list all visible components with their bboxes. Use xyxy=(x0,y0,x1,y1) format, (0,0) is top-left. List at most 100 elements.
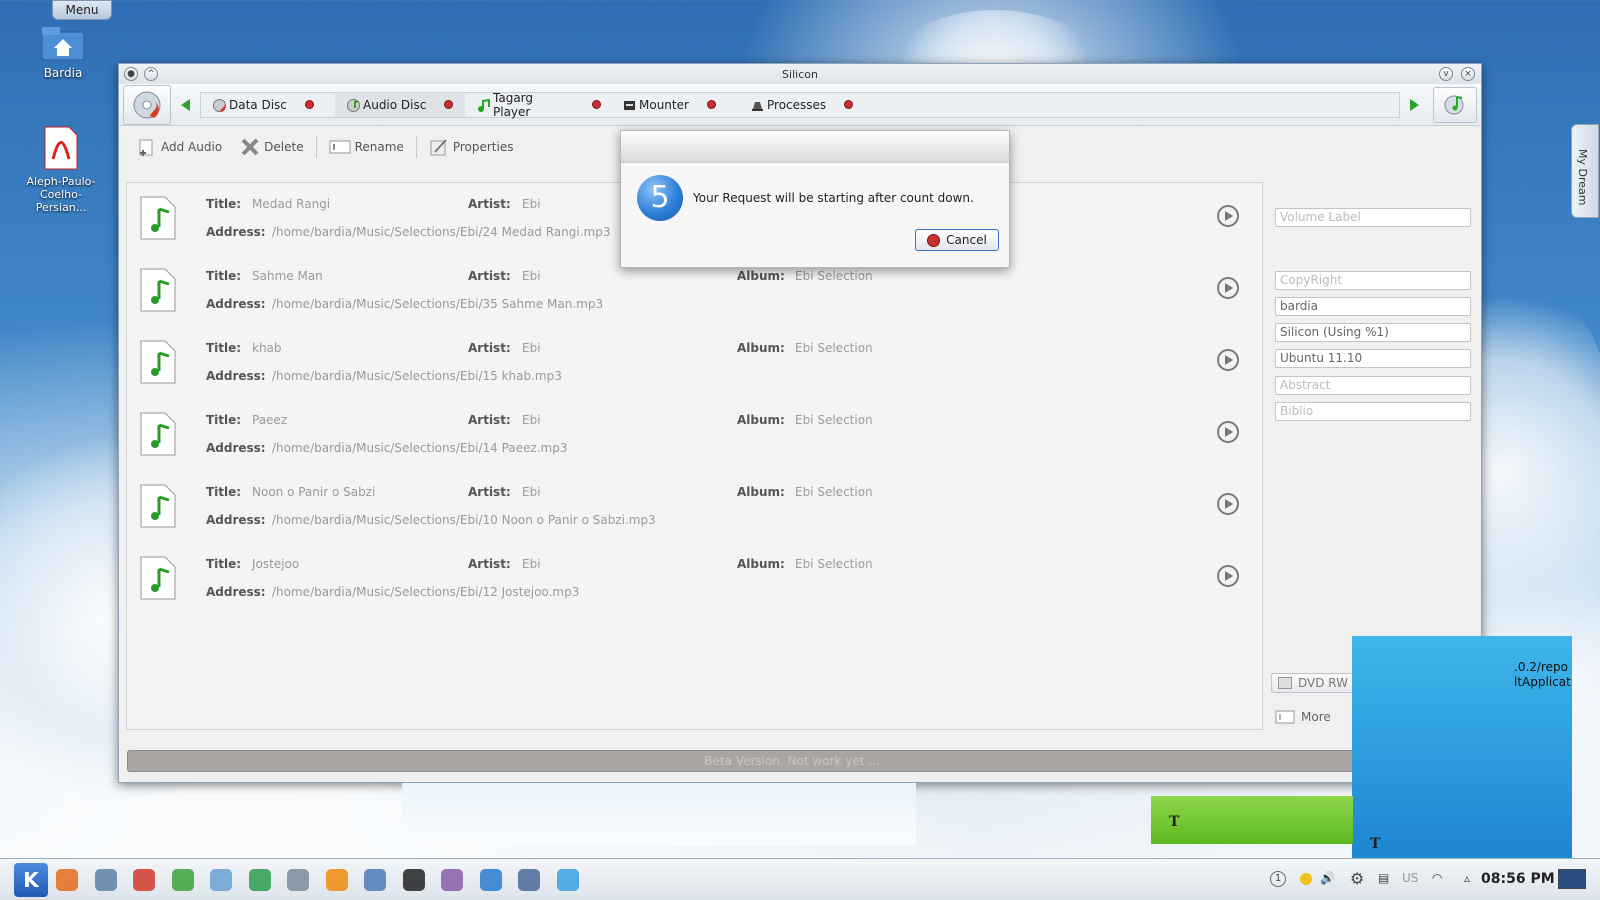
vlc-icon[interactable] xyxy=(322,865,352,895)
tab-close-icon[interactable] xyxy=(706,100,716,109)
tab-scroll-left-icon[interactable] xyxy=(181,98,190,111)
spreadsheet-icon[interactable] xyxy=(206,865,236,895)
tab-scroll-right-icon[interactable] xyxy=(1410,98,1419,111)
track-album: Ebi Selection xyxy=(795,269,873,283)
clipboard-icon[interactable]: ▤ xyxy=(1378,871,1389,885)
tab-processes[interactable]: Processes xyxy=(739,93,873,117)
application-input[interactable]: Silicon (Using %1) xyxy=(1275,323,1471,342)
calc-icon[interactable] xyxy=(245,865,275,895)
virtualbox-icon[interactable] xyxy=(514,865,544,895)
network-icon[interactable] xyxy=(360,865,390,895)
data-disc-icon xyxy=(213,98,226,112)
notifications-badge[interactable]: 1 xyxy=(1270,871,1286,887)
address-label: Address: xyxy=(206,585,266,599)
track-artist: Ebi xyxy=(522,197,541,211)
tab-list-menu-button[interactable] xyxy=(1433,86,1477,123)
track-artist: Ebi xyxy=(522,485,541,499)
sun-icon[interactable] xyxy=(1300,873,1312,885)
start-menu-button[interactable]: K xyxy=(14,863,48,897)
inkscape-icon[interactable] xyxy=(476,865,506,895)
play-button-icon[interactable] xyxy=(1217,277,1239,299)
keyboard-layout-indicator[interactable]: US xyxy=(1402,871,1418,885)
title-label: Title: xyxy=(206,557,242,571)
diagram-icon[interactable] xyxy=(283,865,313,895)
window-titlebar[interactable]: ● ^ Silicon v × xyxy=(119,64,1481,84)
tab-tagarg-player[interactable]: Tagarg Player xyxy=(465,90,611,119)
folder-home-icon xyxy=(40,22,86,62)
tab-close-icon[interactable] xyxy=(844,100,854,109)
delete-icon xyxy=(241,138,259,156)
track-row[interactable]: Title: Noon o Panir o Sabzi Artist: Ebi Albu… xyxy=(127,471,1262,543)
add-audio-button[interactable]: Add Audio xyxy=(129,134,230,160)
chat-icon[interactable] xyxy=(553,865,583,895)
disc-burner-icon[interactable] xyxy=(129,865,159,895)
track-address: /home/bardia/Music/Selections/Ebi/24 Med… xyxy=(272,225,611,239)
rename-button[interactable]: Rename xyxy=(321,134,412,160)
close-icon[interactable]: × xyxy=(1461,67,1475,81)
silicon-logo-icon[interactable] xyxy=(123,84,171,125)
publisher-input[interactable]: bardia xyxy=(1275,297,1471,316)
artist-label: Artist: xyxy=(468,485,511,499)
volume-label-input[interactable]: Volume Label xyxy=(1275,208,1471,227)
desktop-icon-label: Aleph-Paulo-Coelho-Persian... xyxy=(26,175,96,214)
tab-data-disc[interactable]: Data Disc xyxy=(201,93,335,117)
tab-label: Audio Disc xyxy=(363,97,427,112)
properties-label: Properties xyxy=(452,140,514,154)
delete-button[interactable]: Delete xyxy=(232,134,311,160)
my-dream-panel-tab[interactable]: My Dream xyxy=(1571,124,1599,218)
track-address: /home/bardia/Music/Selections/Ebi/10 Noo… xyxy=(272,513,656,527)
tor-icon[interactable] xyxy=(437,865,467,895)
tab-audio-disc[interactable]: Audio Disc xyxy=(335,92,465,117)
qt-icon[interactable] xyxy=(168,865,198,895)
show-desktop-icon[interactable] xyxy=(1558,869,1586,889)
tab-label: Mounter xyxy=(639,97,689,112)
track-row[interactable]: Title: Paeez Artist: Ebi Album: Ebi Selection… xyxy=(127,399,1262,471)
biblio-input[interactable]: Biblio xyxy=(1275,402,1471,421)
artist-label: Artist: xyxy=(468,197,511,211)
keep-above-icon[interactable]: ^ xyxy=(144,67,158,81)
play-button-icon[interactable] xyxy=(1217,565,1239,587)
system-input[interactable]: Ubuntu 11.10 xyxy=(1275,349,1471,368)
file-cabinet-icon[interactable] xyxy=(91,865,121,895)
track-row[interactable]: Title: Jostejoo Artist: Ebi Album: Ebi Select… xyxy=(127,543,1262,615)
address-label: Address: xyxy=(206,513,266,527)
artist-label: Artist: xyxy=(468,269,511,283)
volume-icon[interactable]: 🔊 xyxy=(1320,871,1335,885)
tab-mounter[interactable]: Mounter xyxy=(611,93,739,117)
settings-gear-icon[interactable]: ⚙ xyxy=(1350,869,1364,888)
tab-bar: Data Disc Audio Disc Tagarg Player Mount… xyxy=(119,84,1481,126)
track-row[interactable]: Title: khab Artist: Ebi Album: Ebi Selection A… xyxy=(127,327,1262,399)
artist-label: Artist: xyxy=(468,341,511,355)
clock[interactable]: 08:56 PM xyxy=(1481,871,1555,887)
more-button[interactable]: More xyxy=(1275,710,1331,724)
desktop-icon-pdf[interactable]: Aleph-Paulo-Coelho-Persian... xyxy=(16,125,106,214)
tray-expand-icon[interactable]: ▵ xyxy=(1464,871,1470,885)
play-button-icon[interactable] xyxy=(1217,421,1239,443)
tab-label: Processes xyxy=(767,97,827,112)
cancel-button[interactable]: Cancel xyxy=(915,229,999,251)
tab-close-icon[interactable] xyxy=(592,100,601,109)
artist-label: Artist: xyxy=(468,557,511,571)
abstract-input[interactable]: Abstract xyxy=(1275,376,1471,395)
tab-close-icon[interactable] xyxy=(444,100,454,109)
wifi-icon[interactable]: ◠ xyxy=(1432,871,1442,885)
firefox-icon[interactable] xyxy=(52,865,82,895)
desktop-menu-button[interactable]: Menu xyxy=(52,0,112,20)
tab-close-icon[interactable] xyxy=(304,100,314,109)
terminal-icon[interactable] xyxy=(399,865,429,895)
minimize-icon[interactable]: v xyxy=(1439,67,1453,81)
tab-label: Tagarg Player xyxy=(493,90,534,119)
play-button-icon[interactable] xyxy=(1217,205,1239,227)
track-album: Ebi Selection xyxy=(795,413,873,427)
title-label: Title: xyxy=(206,341,242,355)
properties-button[interactable]: Properties xyxy=(421,134,522,160)
title-label: Title: xyxy=(206,413,242,427)
play-button-icon[interactable] xyxy=(1217,349,1239,371)
countdown-dialog: 5 Your Request will be starting after co… xyxy=(620,130,1010,268)
app-menu-icon[interactable]: ● xyxy=(124,67,138,81)
desktop-icon-bardia[interactable]: Bardia xyxy=(18,22,108,80)
copyright-input[interactable]: CopyRight xyxy=(1275,271,1471,290)
audio-file-icon xyxy=(139,411,177,457)
track-title: Jostejoo xyxy=(252,557,300,571)
play-button-icon[interactable] xyxy=(1217,493,1239,515)
